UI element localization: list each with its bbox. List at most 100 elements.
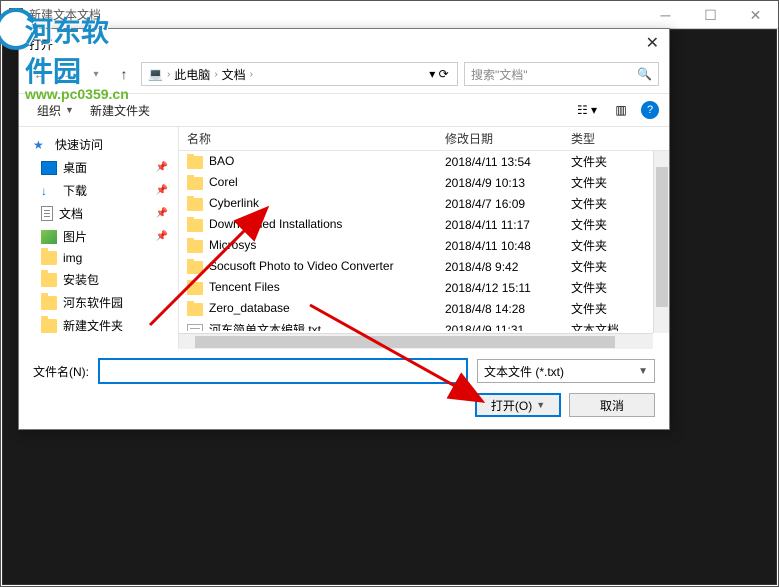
address-bar[interactable]: 💻 › 此电脑 › 文档 › ▾ ⟳ [141,62,458,86]
app-icon [9,8,23,22]
up-button[interactable]: ↑ [113,63,135,85]
address-dropdown[interactable]: ▾ ⟳ [427,63,451,85]
sidebar-item-label: 河东软件园 [63,294,123,311]
file-name: Zero_database [209,301,290,315]
col-name[interactable]: 名称 [179,130,437,147]
chevron-icon: › [250,69,253,80]
dialog-close-icon[interactable]: ✕ [646,33,659,53]
sidebar-item[interactable]: 安装包 [19,268,178,291]
scrollbar-vertical[interactable] [653,151,669,333]
file-name: Corel [209,175,238,189]
txt-icon [187,324,203,331]
sidebar-item[interactable]: 桌面 📌 [19,156,178,179]
file-date: 2018/4/7 16:09 [437,197,563,211]
sidebar-item[interactable]: 河东软件园 [19,291,178,314]
pin-icon: 📌 [156,162,168,173]
file-row[interactable]: Downloaded Installations2018/4/11 11:17文… [179,214,669,235]
chevron-icon: › [214,69,217,80]
file-row[interactable]: Microsys2018/4/11 10:48文件夹 [179,235,669,256]
sidebar-item[interactable]: img [19,248,178,268]
sidebar-item-label: 桌面 [63,159,87,176]
sidebar-item-label: 安装包 [63,271,99,288]
file-type: 文件夹 [563,279,643,296]
sidebar-item[interactable]: 新建文件夹 [19,314,178,337]
preview-button[interactable]: ▥ [607,99,635,121]
dialog-titlebar[interactable]: 打开 ✕ [19,29,669,59]
file-date: 2018/4/11 13:54 [437,155,563,169]
sidebar-item[interactable]: 文档📌 [19,202,178,225]
forward-button: → [57,63,79,85]
back-button[interactable]: ← [29,63,51,85]
search-icon[interactable]: 🔍 [637,67,652,81]
file-date: 2018/4/9 10:13 [437,176,563,190]
file-name: Downloaded Installations [209,217,342,231]
folder-icon [187,261,203,274]
search-input[interactable]: 搜索"文档" 🔍 [464,62,659,86]
file-type: 文件夹 [563,300,643,317]
file-date: 2018/4/8 9:42 [437,260,563,274]
folder-icon [41,319,57,333]
breadcrumb-seg[interactable]: 此电脑 [174,66,210,83]
open-button[interactable]: 打开(O)▼ [475,393,561,417]
pc-icon: 💻 [148,67,163,81]
minimize-button[interactable]: ─ [643,1,688,29]
filename-input[interactable] [99,359,467,383]
file-row[interactable]: BAO 2018/4/11 13:54文件夹 [179,151,669,172]
sidebar-item-label: 下载 [63,182,87,199]
folder-icon [187,303,203,316]
file-type: 文本文档 [563,321,643,331]
file-list: 名称 修改日期 类型 BAO2018/4/11 13:54文件夹Corel201… [179,127,669,349]
folder-icon [41,273,57,287]
file-row[interactable]: 河东简单文本编辑.txt2018/4/9 11:31文本文档 [179,319,669,331]
file-row[interactable]: Tencent Files2018/4/12 15:11文件夹 [179,277,669,298]
view-button[interactable]: ☷ ▾ [573,99,601,121]
file-row[interactable]: Zero_database 2018/4/8 14:28文件夹 [179,298,669,319]
parent-title: 新建文本文档 [29,6,101,23]
close-button[interactable]: ✕ [733,1,778,29]
toolbar: 组织▼ 新建文件夹 ☷ ▾ ▥ ? [19,93,669,127]
sidebar-item[interactable]: 图片📌 [19,225,178,248]
file-name: 河东简单文本编辑.txt [209,323,321,331]
folder-icon [187,240,203,253]
organize-button[interactable]: 组织▼ [29,98,82,123]
pin-icon: 📌 [156,231,168,242]
help-button[interactable]: ? [641,101,659,119]
file-date: 2018/4/11 10:48 [437,239,563,253]
doc-icon [41,206,53,221]
recent-dropdown[interactable]: ▾ [85,63,107,85]
chevron-icon: › [167,69,170,80]
file-row[interactable]: Cyberlink2018/4/7 16:09文件夹 [179,193,669,214]
dialog-bottom: 文件名(N): 文本文件 (*.txt) ▼ 打开(O)▼ 取消 [19,349,669,429]
folder-icon [187,282,203,295]
file-date: 2018/4/8 14:28 [437,302,563,316]
sidebar: ★ 快速访问 桌面📌↓下载📌文档📌图片📌img安装包河东软件园新建文件夹 [19,127,179,349]
file-type: 文件夹 [563,216,643,233]
pin-icon: 📌 [156,185,168,196]
scrollbar-horizontal[interactable] [179,333,653,349]
folder-icon [187,219,203,232]
dialog-title: 打开 [29,36,53,53]
cancel-button[interactable]: 取消 [569,393,655,417]
file-type: 文件夹 [563,153,643,170]
file-list-body[interactable]: BAO2018/4/11 13:54文件夹Corel2018/4/9 10:13… [179,151,669,331]
file-name: BAO [209,154,234,168]
col-date[interactable]: 修改日期 [437,130,563,147]
chevron-down-icon: ▼ [638,366,648,377]
sidebar-item[interactable]: ↓下载📌 [19,179,178,202]
file-row[interactable]: Socusoft Photo to Video Converter2018/4/… [179,256,669,277]
pic-icon [41,230,57,244]
filetype-dropdown[interactable]: 文本文件 (*.txt) ▼ [477,359,655,383]
file-type: 文件夹 [563,174,643,191]
col-type[interactable]: 类型 [563,130,643,147]
sidebar-quick-access[interactable]: ★ 快速访问 [19,133,178,156]
maximize-button[interactable]: ☐ [688,1,733,29]
newfolder-button[interactable]: 新建文件夹 [82,98,158,123]
file-row[interactable]: Corel 2018/4/9 10:13文件夹 [179,172,669,193]
column-headers: 名称 修改日期 类型 [179,127,669,151]
folder-icon [41,251,57,265]
file-name: Microsys [209,238,256,252]
star-icon: ★ [33,138,49,152]
file-name: Tencent Files [209,280,280,294]
content-area: ★ 快速访问 桌面📌↓下载📌文档📌图片📌img安装包河东软件园新建文件夹 名称 … [19,127,669,349]
breadcrumb-seg[interactable]: 文档 [222,66,246,83]
